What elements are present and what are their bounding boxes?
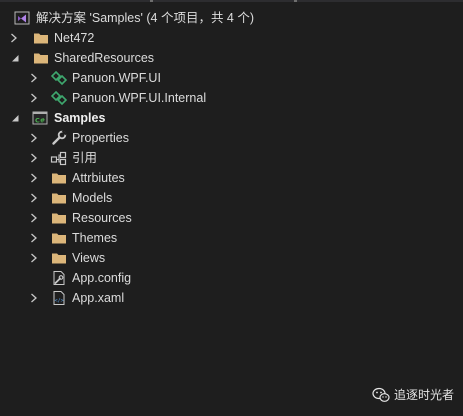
shared-project-icon [51, 90, 67, 106]
chevron-right-icon[interactable] [28, 208, 40, 228]
svg-text:</>: </> [55, 298, 64, 304]
chevron-right-icon[interactable] [28, 288, 40, 308]
tree-label: 引用 [72, 151, 98, 165]
csharp-project-icon: C# [32, 110, 48, 126]
tree-label: Panuon.WPF.UI.Internal [72, 91, 207, 105]
chevron-right-icon[interactable] [28, 148, 40, 168]
watermark-text: 追逐时光者 [394, 388, 455, 402]
folder-icon [51, 190, 67, 206]
chevron-right-icon[interactable] [28, 228, 40, 248]
top-strip [0, 0, 463, 2]
folder-icon [33, 50, 49, 66]
tree-row-views[interactable]: Views [0, 248, 463, 268]
tree-label: Properties [72, 131, 129, 145]
config-file-icon [51, 270, 67, 286]
visual-studio-solution-icon [14, 10, 30, 26]
chevron-right-icon[interactable] [28, 88, 40, 108]
tree-row-samples[interactable]: C# Samples [0, 108, 463, 128]
svg-text:C#: C# [35, 117, 45, 125]
folder-icon [33, 30, 49, 46]
folder-icon [51, 230, 67, 246]
tree-row-properties[interactable]: Properties [0, 128, 463, 148]
tree-label: SharedResources [54, 51, 155, 65]
tree-row-panuon-wpf-ui-internal[interactable]: Panuon.WPF.UI.Internal [0, 88, 463, 108]
tree-label: App.config [72, 271, 132, 285]
tree-row-resources[interactable]: Resources [0, 208, 463, 228]
folder-icon [51, 210, 67, 226]
scroll-nub [294, 0, 297, 2]
xaml-file-icon: </> [51, 290, 67, 306]
chevron-right-icon[interactable] [28, 188, 40, 208]
tree-row-app-xaml[interactable]: </> App.xaml [0, 288, 463, 308]
tree-row-shared-resources[interactable]: SharedResources [0, 48, 463, 68]
tree-row-net472[interactable]: Net472 [0, 28, 463, 48]
folder-icon [51, 250, 67, 266]
tree-row-references[interactable]: 引用 [0, 148, 463, 168]
tree-row-attributes[interactable]: Attrbiutes [0, 168, 463, 188]
scroll-nub [150, 0, 153, 2]
solution-title: 解决方案 'Samples' (4 个项目，共 4 个) [36, 11, 254, 25]
chevron-right-icon[interactable] [28, 168, 40, 188]
chevron-down-icon[interactable] [8, 108, 20, 128]
tree-row-solution[interactable]: 解决方案 'Samples' (4 个项目，共 4 个) [0, 8, 463, 28]
tree-row-themes[interactable]: Themes [0, 228, 463, 248]
tree-label: Samples [54, 111, 106, 125]
wechat-icon [372, 387, 390, 403]
tree-label: Models [72, 191, 113, 205]
chevron-right-icon[interactable] [8, 28, 20, 48]
tree-row-models[interactable]: Models [0, 188, 463, 208]
solution-explorer-tree: 解决方案 'Samples' (4 个项目，共 4 个) Net472 Shar… [0, 8, 463, 308]
tree-label: App.xaml [72, 291, 125, 305]
tree-label: Attrbiutes [72, 171, 125, 185]
wrench-icon [51, 130, 67, 146]
references-icon [50, 150, 67, 166]
tree-label: Panuon.WPF.UI [72, 71, 161, 85]
chevron-right-icon[interactable] [28, 68, 40, 88]
tree-row-app-config[interactable]: App.config [0, 268, 463, 288]
shared-project-icon [51, 70, 67, 86]
chevron-right-icon[interactable] [28, 128, 40, 148]
tree-label: Net472 [54, 31, 95, 45]
tree-label: Resources [72, 211, 132, 225]
folder-icon [51, 170, 67, 186]
tree-label: Themes [72, 231, 118, 245]
chevron-down-icon[interactable] [8, 48, 20, 68]
tree-label: Views [72, 251, 106, 265]
tree-row-panuon-wpf-ui[interactable]: Panuon.WPF.UI [0, 68, 463, 88]
chevron-right-icon[interactable] [28, 248, 40, 268]
